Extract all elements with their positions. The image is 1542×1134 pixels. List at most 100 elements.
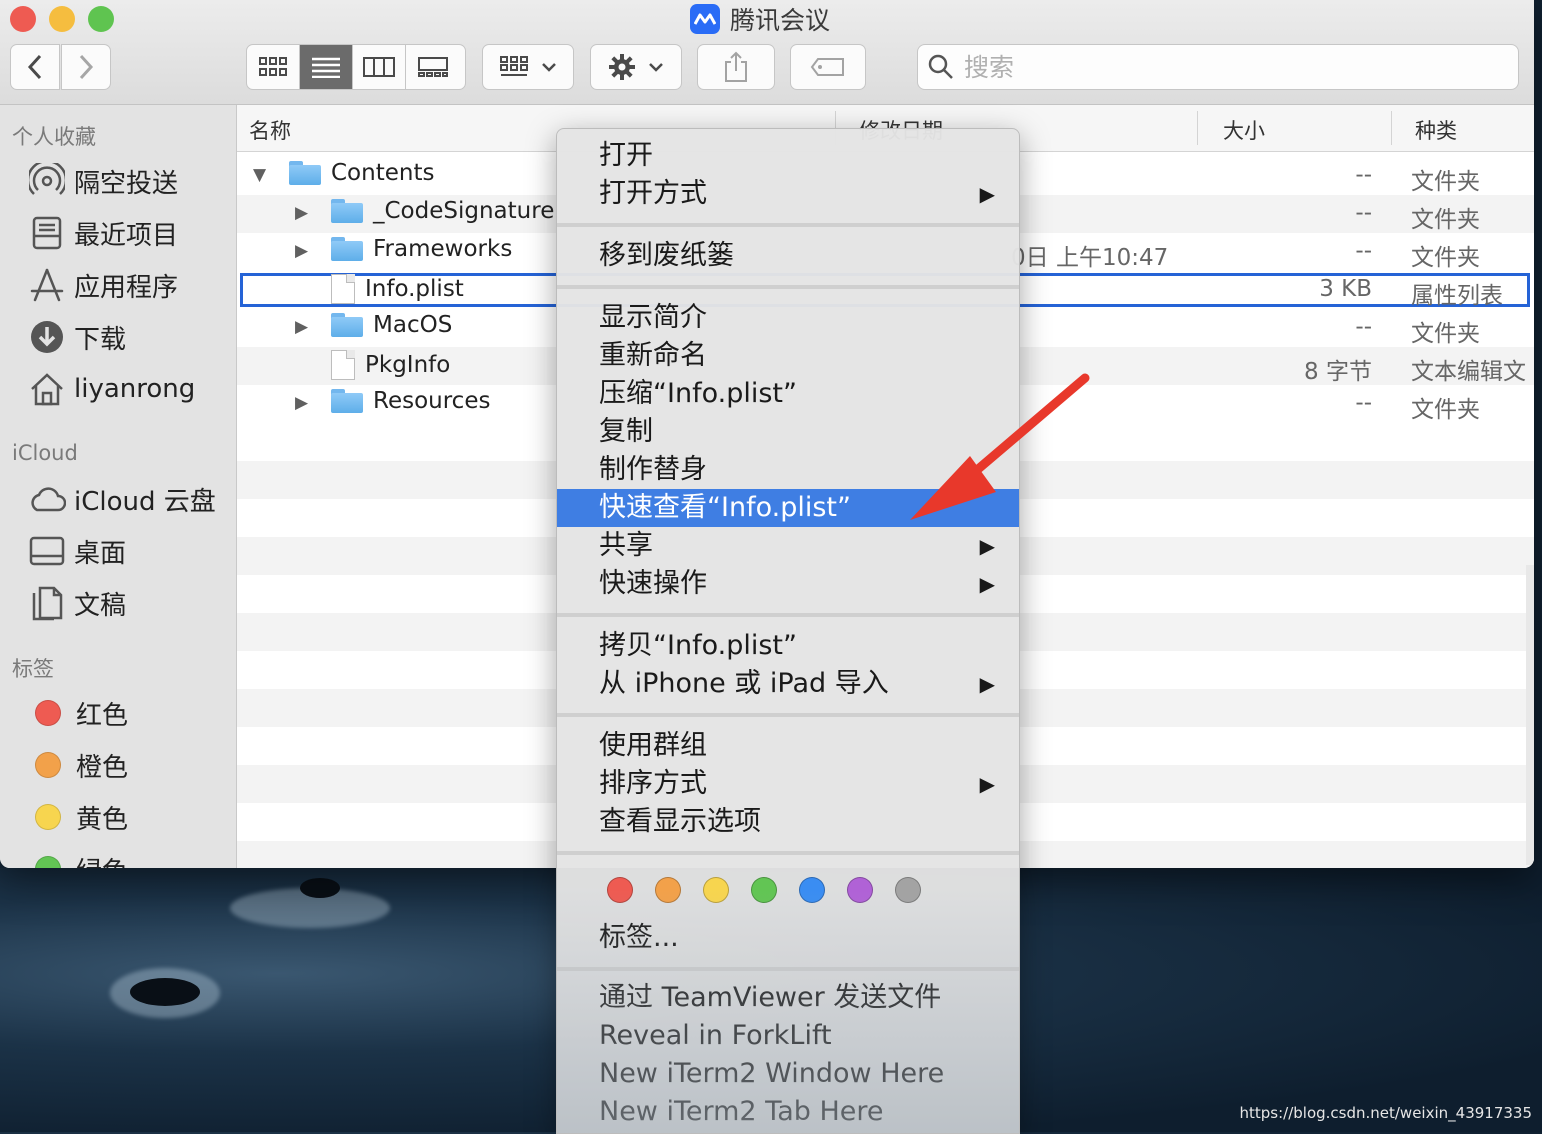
red-arrow-annotation-icon <box>910 373 1090 520</box>
menu-item-label: 拷贝“Info.plist” <box>599 630 797 661</box>
menu-tag-blue-icon[interactable] <box>799 877 825 903</box>
action-menu-button[interactable] <box>590 44 682 90</box>
list-view-button[interactable] <box>300 45 353 89</box>
search-icon <box>928 54 953 79</box>
yellow-tag-dot-icon <box>35 804 61 830</box>
file-kind: 文件夹 <box>1411 397 1480 423</box>
sidebar-item-label: 桌面 <box>74 538 127 569</box>
sidebar-item-recents[interactable]: 最近项目 <box>28 211 178 255</box>
column-separator[interactable] <box>1197 111 1198 145</box>
sidebar-item-desktop[interactable]: 桌面 <box>28 529 126 573</box>
menu-tag-purple-icon[interactable] <box>847 877 873 903</box>
menu-item-iterm2-window[interactable]: New iTerm2 Window Here <box>557 1055 1019 1093</box>
menu-tag-orange-icon[interactable] <box>655 877 681 903</box>
menu-separator <box>557 613 1019 617</box>
sidebar-item-icloud-drive[interactable]: iCloud 云盘 <box>28 477 216 521</box>
window-title: 腾讯会议 <box>690 2 830 36</box>
disclosure-triangle-icon[interactable]: ▶ <box>295 241 308 261</box>
orange-tag-dot-icon <box>35 752 61 778</box>
disclosure-triangle-icon[interactable]: ▶ <box>295 317 308 337</box>
search-input[interactable] <box>962 51 1486 83</box>
sidebar-item-label: 黄色 <box>76 804 129 835</box>
menu-item-label: 快速操作 <box>599 568 707 599</box>
sidebar-item-label: 文稿 <box>74 590 127 621</box>
menu-item-label: New iTerm2 Window Here <box>599 1058 945 1089</box>
sidebar-tag-orange[interactable]: 橙色 <box>28 743 128 787</box>
column-separator[interactable] <box>1391 111 1392 145</box>
file-size: 8 字节 <box>1304 359 1372 385</box>
menu-item-label: 打开 <box>599 140 653 171</box>
menu-item-quick-actions[interactable]: 快速操作 ▶ <box>557 565 1019 603</box>
sidebar-item-label: liyanrong <box>74 374 196 404</box>
gallery-view-button[interactable] <box>406 45 459 89</box>
column-kind-header[interactable]: 种类 <box>1415 115 1457 145</box>
vertical-scrollbar[interactable] <box>1526 565 1534 865</box>
sidebar-tag-green[interactable]: 绿色 <box>28 847 128 868</box>
search-field[interactable] <box>917 44 1519 90</box>
minimize-window-button[interactable] <box>49 6 75 32</box>
share-button[interactable] <box>697 44 775 90</box>
sidebar-item-downloads[interactable]: 下载 <box>28 315 126 359</box>
documents-icon <box>28 584 66 622</box>
file-size: -- <box>1355 314 1372 340</box>
menu-tag-green-icon[interactable] <box>751 877 777 903</box>
sidebar: 个人收藏 隔空投送 最近项目 应用程序 下载 liyanrong iCloud … <box>0 105 237 868</box>
menu-item-share[interactable]: 共享 ▶ <box>557 527 1019 565</box>
menu-item-import-from-iphone[interactable]: 从 iPhone 或 iPad 导入 ▶ <box>557 665 1019 703</box>
edit-tags-button[interactable] <box>790 44 866 90</box>
gear-icon <box>609 54 635 80</box>
tag-icon <box>810 58 844 76</box>
menu-item-open[interactable]: 打开 <box>557 137 1019 175</box>
disclosure-triangle-icon[interactable]: ▶ <box>295 203 308 223</box>
menu-item-get-info[interactable]: 显示简介 <box>557 299 1019 337</box>
column-name-header[interactable]: 名称 <box>249 115 291 145</box>
file-size: 3 KB <box>1319 276 1372 302</box>
menu-item-label: 显示简介 <box>599 302 707 333</box>
sidebar-tag-yellow[interactable]: 黄色 <box>28 795 128 839</box>
file-kind: 文本编辑文 <box>1411 359 1526 385</box>
menu-separator <box>557 851 1019 855</box>
file-size: -- <box>1355 238 1372 264</box>
menu-item-tags[interactable]: 标签... <box>557 919 1019 957</box>
menu-tag-yellow-icon[interactable] <box>703 877 729 903</box>
menu-item-teamviewer-send[interactable]: 通过 TeamViewer 发送文件 <box>557 979 1019 1017</box>
menu-item-move-to-trash[interactable]: 移到废纸篓 <box>557 237 1019 275</box>
menu-item-label: 从 iPhone 或 iPad 导入 <box>599 668 889 699</box>
menu-tag-red-icon[interactable] <box>607 877 633 903</box>
menu-item-open-with[interactable]: 打开方式 ▶ <box>557 175 1019 213</box>
group-grid-icon <box>500 56 528 76</box>
menu-item-iterm2-tab[interactable]: New iTerm2 Tab Here <box>557 1093 1019 1131</box>
menu-separator <box>557 285 1019 289</box>
menu-tag-gray-icon[interactable] <box>895 877 921 903</box>
menu-item-use-groups[interactable]: 使用群组 <box>557 727 1019 765</box>
folder-icon <box>331 199 363 223</box>
back-button[interactable] <box>10 44 60 90</box>
sidebar-item-documents[interactable]: 文稿 <box>28 581 126 625</box>
sidebar-item-label: iCloud 云盘 <box>74 486 216 517</box>
zoom-window-button[interactable] <box>88 6 114 32</box>
menu-item-copy[interactable]: 拷贝“Info.plist” <box>557 627 1019 665</box>
sidebar-item-label: 红色 <box>76 700 129 731</box>
sidebar-item-label: 下载 <box>74 324 127 355</box>
menu-item-reveal-forklift[interactable]: Reveal in ForkLift <box>557 1017 1019 1055</box>
menu-item-label: 快速查看“Info.plist” <box>599 492 851 523</box>
menu-item-label: Reveal in ForkLift <box>599 1020 832 1051</box>
sidebar-item-airdrop[interactable]: 隔空投送 <box>28 159 178 203</box>
group-by-button[interactable] <box>482 44 574 90</box>
forward-button[interactable] <box>61 44 111 90</box>
sidebar-item-applications[interactable]: 应用程序 <box>28 263 178 307</box>
disclosure-triangle-expanded-icon[interactable]: ▼ <box>253 165 266 185</box>
menu-item-sort-by[interactable]: 排序方式 ▶ <box>557 765 1019 803</box>
column-size-header[interactable]: 大小 <box>1223 115 1265 145</box>
plist-file-icon <box>331 274 355 304</box>
menu-item-label: 重新命名 <box>599 340 707 371</box>
sidebar-item-home[interactable]: liyanrong <box>28 367 195 411</box>
close-window-button[interactable] <box>10 6 36 32</box>
share-icon <box>725 51 747 82</box>
icon-view-button[interactable] <box>247 45 300 89</box>
disclosure-triangle-icon[interactable]: ▶ <box>295 393 308 413</box>
sidebar-tag-red[interactable]: 红色 <box>28 691 128 735</box>
cloud-icon <box>28 480 66 518</box>
menu-item-show-view-options[interactable]: 查看显示选项 <box>557 803 1019 841</box>
column-view-button[interactable] <box>353 45 406 89</box>
